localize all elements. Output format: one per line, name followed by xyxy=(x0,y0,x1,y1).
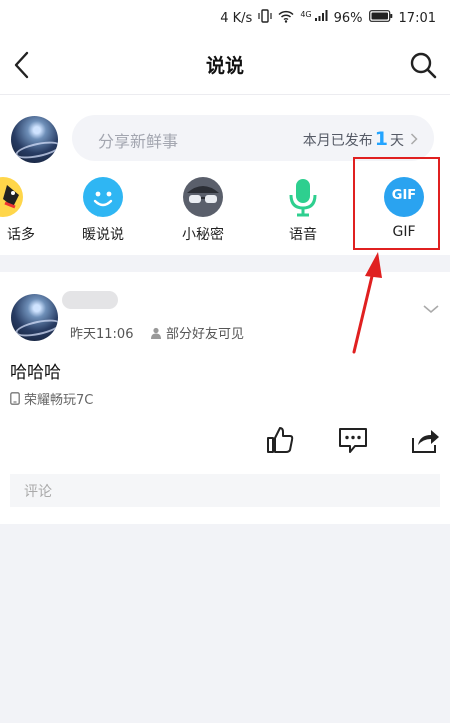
post-author-avatar[interactable] xyxy=(11,294,58,341)
quick-action-label: 话多 xyxy=(7,227,35,243)
quick-action-label: 暖说说 xyxy=(82,227,124,243)
quick-action-secret[interactable]: 小秘密 xyxy=(166,177,240,247)
my-avatar[interactable] xyxy=(11,116,58,163)
chevron-right-icon xyxy=(410,133,418,149)
stat-count: 1 xyxy=(374,128,388,150)
post-time: 昨天11:06 xyxy=(70,327,134,342)
highlight-box xyxy=(353,157,440,250)
vibrate-icon xyxy=(258,9,272,27)
thumbs-up-icon xyxy=(267,427,294,453)
share-input[interactable]: 分享新鲜事 本月已发布 1 天 xyxy=(72,115,434,161)
quick-action-voice[interactable]: 语音 xyxy=(266,177,340,247)
post-privacy: 部分好友可见 xyxy=(150,323,244,342)
device-label: 荣耀畅玩7C xyxy=(24,393,94,408)
stat-suffix: 天 xyxy=(390,133,404,149)
privacy-label: 部分好友可见 xyxy=(166,327,245,342)
comment-bubble-icon xyxy=(339,428,367,453)
comment-input[interactable]: 评论 xyxy=(10,474,440,507)
chevron-down-icon[interactable] xyxy=(422,300,440,318)
microphone-icon xyxy=(283,177,323,217)
status-bar: 4 K/s 4G 96% 17:01 xyxy=(0,0,450,36)
battery-percent: 96% xyxy=(333,10,363,26)
signal-icon xyxy=(314,10,328,26)
post-card: 昨天11:06 部分好友可见 哈哈哈 荣耀畅玩7C 评论 xyxy=(0,272,450,524)
search-icon xyxy=(410,52,437,79)
post-device: 荣耀畅玩7C xyxy=(10,389,93,408)
phone-icon xyxy=(10,392,20,405)
clock: 17:01 xyxy=(398,10,436,26)
quick-action-label: 小秘密 xyxy=(182,227,224,243)
quick-action-label: 语音 xyxy=(289,227,317,243)
share-button[interactable] xyxy=(410,425,440,455)
search-button[interactable] xyxy=(408,50,438,80)
like-button[interactable] xyxy=(265,425,295,455)
network-speed: 4 K/s xyxy=(220,10,253,26)
share-placeholder: 分享新鲜事 xyxy=(98,132,179,151)
warm-smile-icon xyxy=(83,177,123,217)
network-type: 4G xyxy=(300,9,312,19)
quick-action-talkative[interactable]: 话多 xyxy=(0,177,40,247)
top-bar: 说说 xyxy=(0,36,450,95)
quick-action-warm[interactable]: 暖说说 xyxy=(66,177,140,247)
share-arrow-icon xyxy=(412,430,439,453)
chat-cartoon-icon xyxy=(0,177,23,217)
comment-button[interactable] xyxy=(338,425,368,455)
post-author-name-blurred xyxy=(62,291,118,309)
monthly-post-stat[interactable]: 本月已发布 1 天 xyxy=(303,128,418,150)
post-text: 哈哈哈 xyxy=(10,363,61,383)
battery-icon xyxy=(368,10,393,26)
comment-placeholder: 评论 xyxy=(24,484,52,500)
page-title: 说说 xyxy=(205,55,244,77)
wifi-icon xyxy=(278,10,294,27)
person-icon xyxy=(151,327,161,339)
stat-prefix: 本月已发布 xyxy=(302,133,373,149)
secret-mask-icon xyxy=(183,177,223,217)
